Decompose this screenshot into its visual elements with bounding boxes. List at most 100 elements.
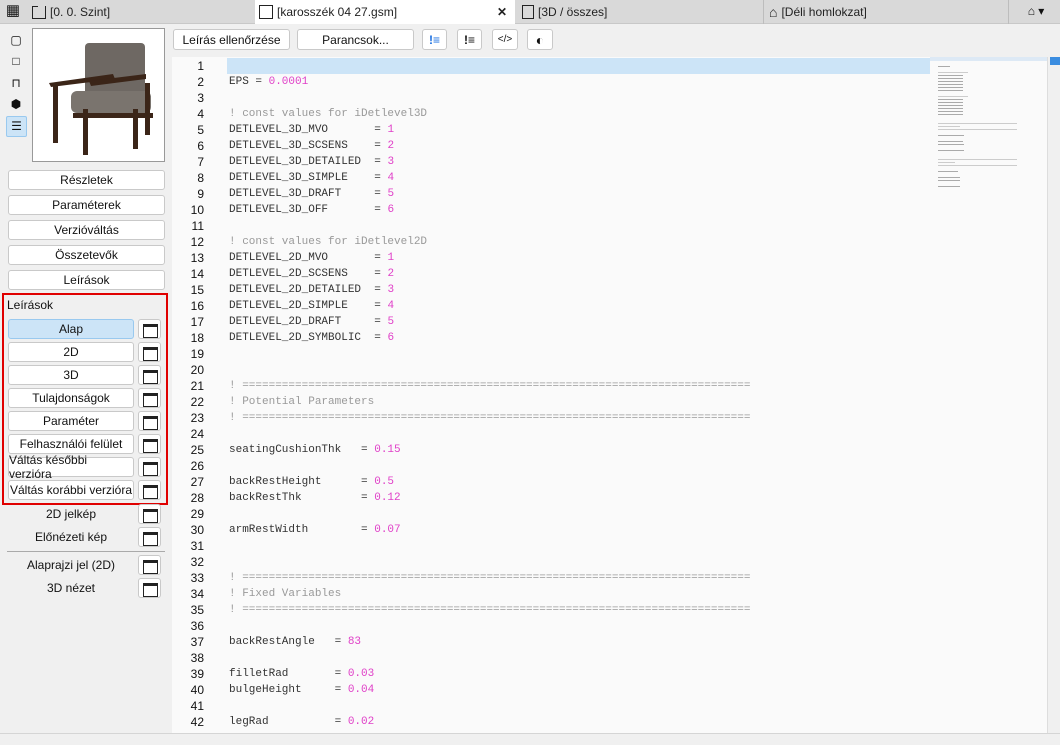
version-migration-button[interactable]: Verzióváltás bbox=[8, 220, 165, 240]
code-line[interactable]: 35 ! ====================================… bbox=[172, 602, 932, 618]
script-2d-symbol[interactable]: 2D jelkép bbox=[8, 507, 134, 521]
grid-view-icon[interactable]: ▦ bbox=[4, 3, 22, 18]
script-item[interactable]: Felhasználói felület bbox=[8, 434, 134, 454]
code-line[interactable]: 42 legRad = 0.02 bbox=[172, 714, 932, 730]
script-item[interactable]: Váltás korábbi verzióra bbox=[8, 480, 134, 500]
code-line[interactable]: 7 DETLEVEL_3D_DETAILED = 3 bbox=[172, 154, 932, 170]
open-window-icon[interactable] bbox=[138, 365, 161, 385]
code-line[interactable]: 15 DETLEVEL_2D_DETAILED = 3 bbox=[172, 282, 932, 298]
code-line[interactable]: 1 bbox=[172, 58, 932, 74]
code-text: seatingCushionThk = 0.15 bbox=[229, 442, 401, 458]
code-line[interactable]: 25 seatingCushionThk = 0.15 bbox=[172, 442, 932, 458]
floor-plan-view-icon[interactable]: ▢ bbox=[9, 33, 23, 47]
code-line[interactable]: 34 ! Fixed Variables bbox=[172, 586, 932, 602]
code-line[interactable]: 6 DETLEVEL_3D_SCSENS = 2 bbox=[172, 138, 932, 154]
code-line[interactable]: 22 ! Potential Parameters bbox=[172, 394, 932, 410]
code-line[interactable]: 10 DETLEVEL_3D_OFF = 6 bbox=[172, 202, 932, 218]
close-tab-icon[interactable]: ✕ bbox=[497, 5, 507, 19]
code-line[interactable]: 5 DETLEVEL_3D_MVO = 1 bbox=[172, 122, 932, 138]
code-line[interactable]: 41 bbox=[172, 698, 932, 714]
tab-3d-view[interactable]: [3D / összes] bbox=[518, 0, 763, 24]
code-line[interactable]: 9 DETLEVEL_3D_DRAFT = 5 bbox=[172, 186, 932, 202]
gdl-object-icon bbox=[259, 5, 273, 19]
tab-gdl-object[interactable]: [karosszék 04 27.gsm] ✕ bbox=[255, 0, 515, 24]
code-editor[interactable]: 1 2 EPS = 0.0001 3 4! const values for iDetl… bbox=[172, 57, 1047, 733]
code-line[interactable]: 3 bbox=[172, 90, 932, 106]
code-line[interactable]: 16 DETLEVEL_2D_SIMPLE = 4 bbox=[172, 298, 932, 314]
code-line[interactable]: 12 ! const values for iDetlevel2D bbox=[172, 234, 932, 250]
3d-cube-icon[interactable]: ⬢ bbox=[9, 97, 23, 111]
section-view-icon[interactable]: □ bbox=[9, 54, 23, 68]
script-preview-picture[interactable]: Előnézeti kép bbox=[8, 530, 134, 544]
open-window-icon[interactable] bbox=[138, 342, 161, 362]
code-line[interactable]: 20 bbox=[172, 362, 932, 378]
tab-floor-plan[interactable]: [0. 0. Szint] bbox=[28, 0, 255, 24]
open-window-icon[interactable] bbox=[138, 504, 161, 524]
scripts-button[interactable]: Leírások bbox=[8, 270, 165, 290]
code-line[interactable]: 29 bbox=[172, 506, 932, 522]
code-line[interactable]: 38 bbox=[172, 650, 932, 666]
code-line[interactable]: 18 DETLEVEL_2D_SYMBOLIC = 6 bbox=[172, 330, 932, 346]
check-script-button[interactable]: Leírás ellenőrzése bbox=[173, 29, 290, 50]
tab-elevation[interactable]: ⌂ [Déli homlokzat] bbox=[765, 0, 1008, 24]
code-line[interactable]: 30 armRestWidth = 0.07 bbox=[172, 522, 932, 538]
code-comment: ! ======================================… bbox=[229, 412, 751, 424]
toggle-warnings-icon[interactable]: !≡ bbox=[422, 29, 447, 50]
script-item[interactable]: Alap bbox=[8, 319, 134, 339]
code-line[interactable]: 32 bbox=[172, 554, 932, 570]
code-line[interactable]: 31 bbox=[172, 538, 932, 554]
open-window-icon[interactable] bbox=[138, 457, 161, 477]
tab-menu-dropdown[interactable]: ⌂ ▾ bbox=[1016, 4, 1056, 18]
toggle-errors-icon[interactable]: !≡ bbox=[457, 29, 482, 50]
code-line[interactable]: 27 backRestHeight = 0.5 bbox=[172, 474, 932, 490]
code-name: DETLEVEL_3D_OFF bbox=[229, 204, 375, 216]
code-value: 0.0001 bbox=[268, 76, 309, 88]
code-line[interactable]: 28 backRestThk = 0.12 bbox=[172, 490, 932, 506]
script-item[interactable]: 2D bbox=[8, 342, 134, 362]
code-minimap[interactable] bbox=[930, 57, 1047, 733]
script-editor-icon[interactable]: ☰ bbox=[6, 116, 27, 137]
code-line[interactable]: 14 DETLEVEL_2D_SCSENS = 2 bbox=[172, 266, 932, 282]
code-line[interactable]: 39 filletRad = 0.03 bbox=[172, 666, 932, 682]
code-line[interactable]: 4 ! const values for iDetlevel3D bbox=[172, 106, 932, 122]
code-line[interactable]: 37 backRestAngle = 83 bbox=[172, 634, 932, 650]
script-item[interactable]: 3D bbox=[8, 365, 134, 385]
code-text: DETLEVEL_2D_DRAFT = 5 bbox=[229, 314, 394, 330]
theme-toggle-icon[interactable]: ◐ bbox=[527, 29, 553, 50]
script-item[interactable]: Váltás későbbi verzióra bbox=[8, 453, 134, 481]
code-value: 4 bbox=[387, 172, 395, 184]
code-line[interactable]: 8 DETLEVEL_3D_SIMPLE = 4 bbox=[172, 170, 932, 186]
elevation-view-icon[interactable]: ⊓ bbox=[9, 76, 23, 90]
3d-view-script[interactable]: 3D nézet bbox=[8, 581, 134, 595]
open-window-icon[interactable] bbox=[138, 388, 161, 408]
format-code-icon[interactable]: </> bbox=[492, 29, 518, 50]
open-window-icon[interactable] bbox=[138, 578, 161, 598]
open-window-icon[interactable] bbox=[138, 527, 161, 547]
open-window-icon[interactable] bbox=[138, 411, 161, 431]
open-window-icon[interactable] bbox=[138, 480, 161, 500]
floor-plan-symbol-2d[interactable]: Alaprajzi jel (2D) bbox=[8, 558, 134, 572]
open-window-icon[interactable] bbox=[138, 555, 161, 575]
code-line[interactable]: 11 bbox=[172, 218, 932, 234]
open-window-icon[interactable] bbox=[138, 319, 161, 339]
code-line[interactable]: 24 bbox=[172, 426, 932, 442]
line-number: 12 bbox=[190, 235, 204, 249]
code-line[interactable]: 21 ! ====================================… bbox=[172, 378, 932, 394]
code-line[interactable]: 13 DETLEVEL_2D_MVO = 1 bbox=[172, 250, 932, 266]
components-button[interactable]: Összetevők bbox=[8, 245, 165, 265]
script-item[interactable]: Paraméter bbox=[8, 411, 134, 431]
code-line[interactable]: 19 bbox=[172, 346, 932, 362]
code-line[interactable]: 26 bbox=[172, 458, 932, 474]
commands-button[interactable]: Parancsok... bbox=[297, 29, 414, 50]
code-line[interactable]: 40 bulgeHeight = 0.04 bbox=[172, 682, 932, 698]
code-line[interactable]: 36 bbox=[172, 618, 932, 634]
open-window-icon[interactable] bbox=[138, 434, 161, 454]
code-line[interactable]: 17 DETLEVEL_2D_DRAFT = 5 bbox=[172, 314, 932, 330]
code-line[interactable]: 2 EPS = 0.0001 bbox=[172, 74, 932, 90]
code-line[interactable]: 23 ! ====================================… bbox=[172, 410, 932, 426]
details-button[interactable]: Részletek bbox=[8, 170, 165, 190]
vertical-scrollbar[interactable] bbox=[1047, 57, 1060, 733]
code-line[interactable]: 33 ! ====================================… bbox=[172, 570, 932, 586]
parameters-button[interactable]: Paraméterek bbox=[8, 195, 165, 215]
script-item[interactable]: Tulajdonságok bbox=[8, 388, 134, 408]
